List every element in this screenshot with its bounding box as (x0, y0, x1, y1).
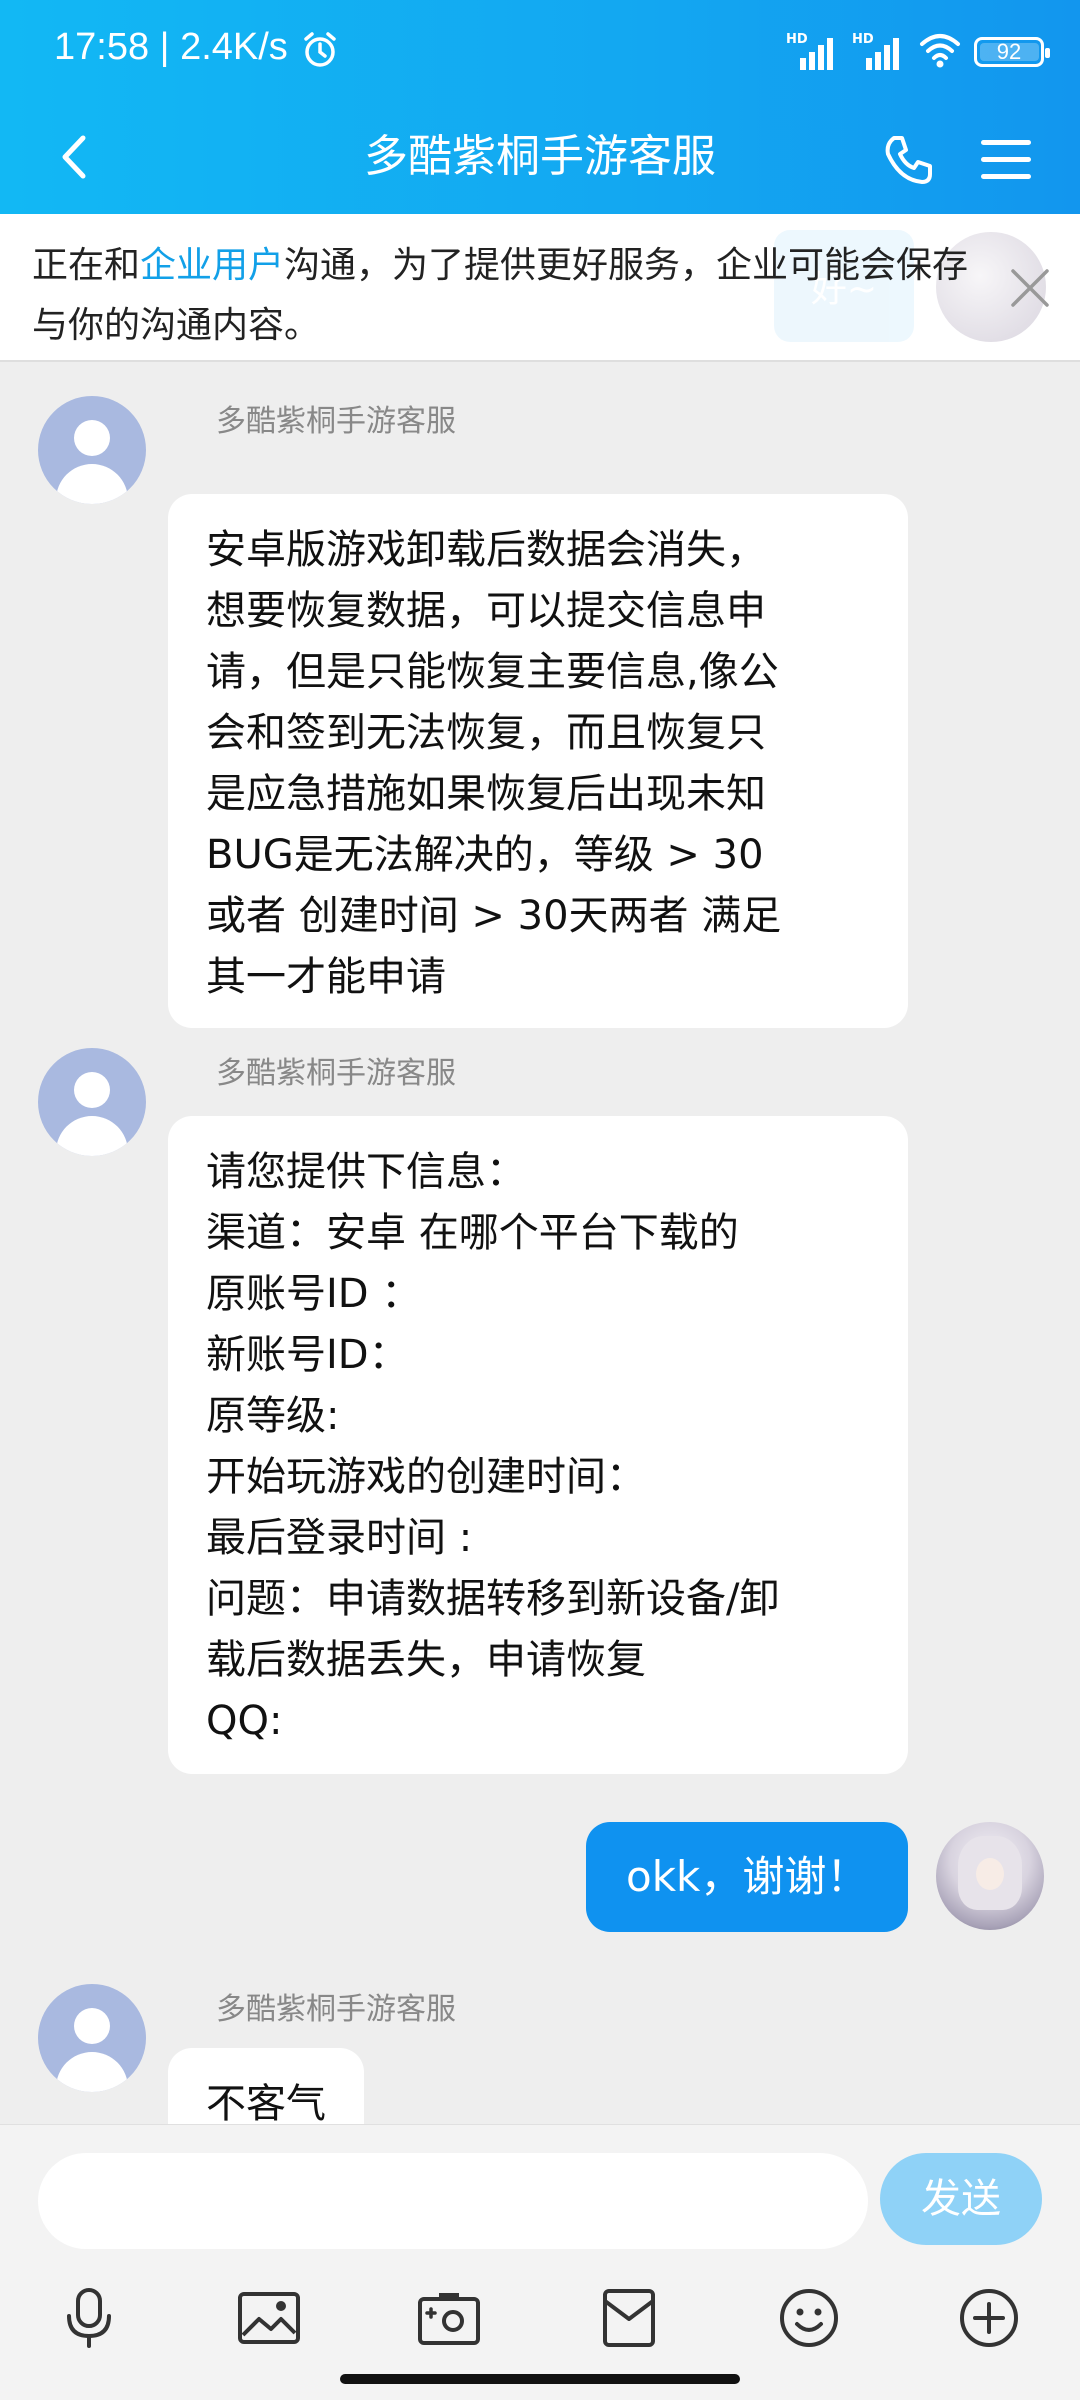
sender-name: 多酷紫桐手游客服 (216, 1056, 456, 1091)
signal-icon: HD (786, 32, 840, 72)
avatar[interactable] (38, 1048, 146, 1156)
hamburger-menu-icon (981, 140, 1031, 179)
input-toolbar (0, 2273, 1080, 2373)
message-bubble[interactable]: 不客气 (168, 2048, 364, 2124)
emoji-icon[interactable] (764, 2273, 854, 2363)
close-icon (1011, 269, 1049, 307)
input-bar: 发送 (0, 2124, 1080, 2400)
phone-icon (885, 136, 932, 184)
nav-bar: 多酷紫桐手游客服 (0, 100, 1080, 214)
microphone-icon[interactable] (44, 2273, 134, 2363)
chat-message-list[interactable]: 多酷紫桐手游客服 安卓版游戏卸载后数据会消失， 想要恢复数据，可以提交信息申 请… (0, 362, 1080, 2124)
message-bubble[interactable]: 请您提供下信息： 渠道：安卓 在哪个平台下载的 原账号ID ： 新账号ID： 原… (168, 1116, 908, 1774)
message-input[interactable] (38, 2153, 868, 2249)
close-notice-button[interactable] (1000, 258, 1060, 318)
status-time: 17:58 | 2.4K/s (54, 26, 288, 68)
message-bubble[interactable]: 安卓版游戏卸载后数据会消失， 想要恢复数据，可以提交信息申 请，但是只能恢复主要… (168, 494, 908, 1028)
enterprise-user-link[interactable]: 企业用户 (140, 245, 284, 286)
wifi-icon (918, 30, 962, 74)
call-button[interactable] (870, 122, 946, 198)
avatar[interactable] (38, 396, 146, 504)
signal-icon: HD (852, 32, 906, 72)
avatar[interactable] (38, 1984, 146, 2092)
status-bar: 17:58 | 2.4K/s HD HD 92 (0, 0, 1080, 100)
file-icon[interactable] (584, 2273, 674, 2363)
send-button[interactable]: 发送 (880, 2153, 1042, 2245)
sender-name: 多酷紫桐手游客服 (216, 404, 456, 439)
enterprise-notice-banner: 好~ 正在和企业用户沟通，为了提供更好服务，企业可能会保存与你的沟通内容。 (0, 214, 1080, 362)
camera-icon[interactable] (404, 2273, 494, 2363)
image-icon[interactable] (224, 2273, 314, 2363)
alarm-icon (300, 30, 340, 74)
my-avatar[interactable] (936, 1822, 1044, 1930)
message-bubble-outgoing[interactable]: okk，谢谢！ (586, 1822, 909, 1932)
status-indicators: HD HD 92 (786, 30, 1050, 74)
home-indicator[interactable] (340, 2374, 740, 2384)
menu-button[interactable] (968, 122, 1044, 198)
chat-header: 17:58 | 2.4K/s HD HD 92 多酷紫桐手游客服 (0, 0, 1080, 214)
battery-icon: 92 (974, 37, 1050, 67)
sender-name: 多酷紫桐手游客服 (216, 1992, 456, 2027)
notice-text: 正在和企业用户沟通，为了提供更好服务，企业可能会保存与你的沟通内容。 (32, 245, 969, 346)
plus-icon[interactable] (944, 2273, 1034, 2363)
